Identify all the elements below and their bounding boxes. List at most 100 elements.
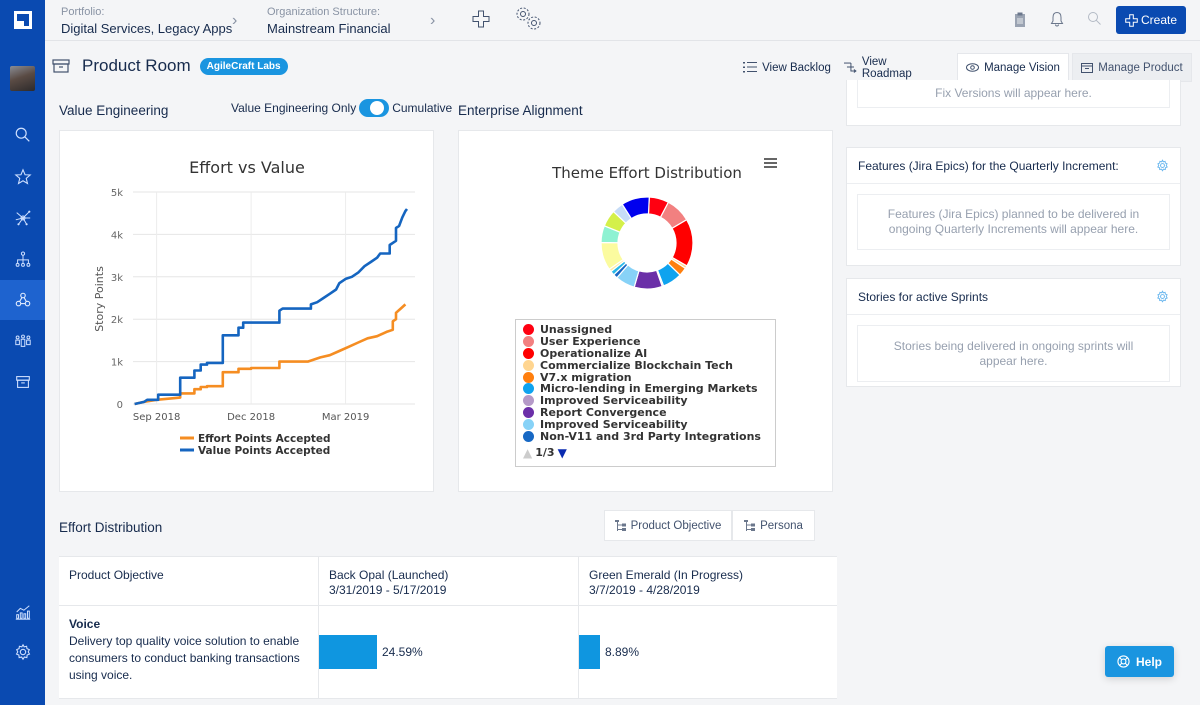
effort-percent: 24.59% — [382, 645, 423, 659]
legend-item[interactable]: V7.x migration — [523, 371, 775, 384]
legend-dot — [523, 383, 534, 395]
add-icon[interactable] — [472, 10, 490, 33]
legend-prev-arrow-icon[interactable]: ▲ — [523, 446, 532, 460]
table-row: Voice Delivery top quality voice solutio… — [59, 606, 837, 699]
legend-item[interactable]: Report Convergence — [523, 406, 775, 419]
create-button[interactable]: Create — [1116, 6, 1186, 34]
legend-dot — [523, 336, 534, 348]
manage-product-label: Manage Product — [1098, 61, 1183, 74]
sidebar-reports[interactable] — [0, 592, 45, 632]
legend-next-arrow-icon[interactable]: ▼ — [558, 446, 567, 460]
legend-item[interactable]: Unassigned — [523, 323, 775, 336]
gear-icon[interactable] — [1156, 290, 1169, 303]
help-label: Help — [1135, 654, 1162, 669]
legend-item[interactable]: Improved Serviceability — [523, 418, 775, 431]
product-objective-button-label: Product Objective — [630, 519, 722, 532]
search-icon — [15, 127, 30, 142]
y-tick-label: 1k — [111, 358, 123, 369]
breadcrumb-organization[interactable]: Organization Structure: Mainstream Finan… — [267, 6, 391, 36]
breadcrumb-portfolio[interactable]: Portfolio: Digital Services, Legacy Apps — [61, 6, 232, 36]
logo-icon — [13, 11, 32, 29]
y-tick-label: 5k — [111, 188, 123, 199]
column-title: Back Opal (Launched) — [329, 568, 449, 582]
view-backlog-label: View Backlog — [762, 61, 831, 74]
effort-cell: 24.59% — [319, 606, 579, 698]
page-header: Product Room AgileCraft Labs — [52, 56, 288, 76]
portfolio-label: Portfolio: — [61, 6, 105, 18]
user-avatar[interactable] — [10, 66, 35, 91]
chevron-right-icon: › — [232, 12, 238, 29]
search-icon[interactable] — [1087, 11, 1102, 31]
archive-box-icon — [52, 59, 70, 73]
create-label: Create — [1140, 13, 1178, 27]
sidebar-archive[interactable] — [0, 362, 45, 402]
legend-dot — [523, 359, 534, 371]
group-by-product-objective-button[interactable]: Product Objective — [604, 510, 732, 541]
toggle-knob — [370, 101, 385, 115]
manage-vision-label: Manage Vision — [984, 61, 1060, 74]
x-tick-label: Sep 2018 — [133, 412, 180, 423]
sidebar-product-room[interactable] — [0, 280, 45, 320]
view-roadmap-button[interactable]: View Roadmap — [843, 53, 939, 82]
y-tick-label: 4k — [111, 230, 123, 241]
stories-empty: Stories being delivered in ongoing sprin… — [857, 325, 1170, 382]
legend-dot — [523, 347, 534, 359]
legend-label[interactable]: Effort Points Accepted — [198, 433, 331, 445]
help-button[interactable]: Help — [1105, 646, 1174, 677]
sidebar-favorites[interactable] — [0, 157, 45, 197]
clipboard-icon[interactable] — [1014, 12, 1026, 33]
legend-item[interactable]: Micro-lending in Emerging Markets — [523, 382, 775, 395]
column-title: Green Emerald (In Progress) — [589, 568, 744, 582]
effort-bar[interactable] — [579, 635, 600, 669]
hierarchy-icon — [15, 251, 30, 267]
manage-product-button[interactable]: Manage Product — [1072, 53, 1192, 82]
bell-icon[interactable] — [1050, 11, 1064, 32]
view-roadmap-label: View Roadmap — [861, 55, 912, 80]
app-logo[interactable] — [0, 0, 45, 40]
column-dates: 3/31/2019 - 5/17/2019 — [329, 583, 447, 597]
sidebar-search[interactable] — [0, 115, 45, 155]
group-by-persona-button[interactable]: Persona — [732, 510, 815, 541]
hierarchy-small-icon — [614, 519, 626, 531]
view-backlog-button[interactable]: View Backlog — [742, 53, 832, 82]
legend-dot — [523, 418, 534, 430]
features-panel: Features (Jira Epics) for the Quarterly … — [846, 147, 1181, 266]
chart-menu-icon[interactable] — [764, 158, 777, 168]
gear-icon — [15, 643, 30, 661]
chevron-right-icon: › — [430, 12, 436, 29]
column-dates: 3/7/2019 - 4/28/2019 — [589, 583, 700, 597]
y-tick-label: 0 — [117, 400, 123, 411]
gear-icon[interactable] — [1156, 159, 1169, 172]
effort-bar[interactable] — [319, 635, 377, 669]
manage-vision-button[interactable]: Manage Vision — [957, 53, 1069, 82]
program-badge[interactable]: AgileCraft Labs — [199, 57, 288, 75]
legend-item[interactable]: Operationalize AI — [523, 347, 775, 360]
settings-gears-icon[interactable] — [515, 6, 543, 37]
y-tick-label: 3k — [111, 273, 123, 284]
legend-item[interactable]: User Experience — [523, 335, 775, 348]
effort-vs-value-card: Effort vs Value Story Points 0 1k 2k 3k 4k 5k… — [59, 130, 434, 492]
column-header-increment[interactable]: Green Emerald (In Progress) 3/7/2019 - 4… — [579, 557, 837, 605]
cumulative-toggle[interactable] — [359, 99, 390, 117]
sidebar-teams[interactable] — [0, 321, 45, 361]
objective-cell: Voice Delivery top quality voice solutio… — [59, 606, 319, 698]
sidebar-network[interactable] — [0, 198, 45, 238]
objective-name: Voice — [69, 617, 101, 631]
effort-distribution-title: Effort Distribution — [59, 520, 163, 535]
list-icon — [743, 62, 758, 73]
column-header-increment[interactable]: Back Opal (Launched) 3/31/2019 - 5/17/20… — [319, 557, 579, 605]
sidebar-hierarchy[interactable] — [0, 239, 45, 279]
roadmap-icon — [843, 62, 857, 73]
legend-item[interactable]: Improved Serviceability — [523, 394, 775, 407]
legend-item[interactable]: Non-V11 and 3rd Party Integrations — [523, 430, 775, 443]
top-bar: Portfolio: Digital Services, Legacy Apps… — [45, 0, 1200, 41]
legend-dot — [523, 371, 534, 383]
legend-item[interactable]: Commercialize Blockchain Tech — [523, 359, 775, 372]
legend-page-indicator: 1/3 — [535, 446, 555, 460]
column-title: Product Objective — [69, 568, 164, 582]
portfolio-value: Digital Services, Legacy Apps — [61, 21, 233, 36]
fix-versions-empty: Fix Versions will appear here. — [857, 80, 1170, 108]
legend-label[interactable]: Value Points Accepted — [198, 445, 330, 457]
sidebar-settings[interactable] — [0, 632, 45, 672]
series-line[interactable] — [134, 208, 409, 406]
